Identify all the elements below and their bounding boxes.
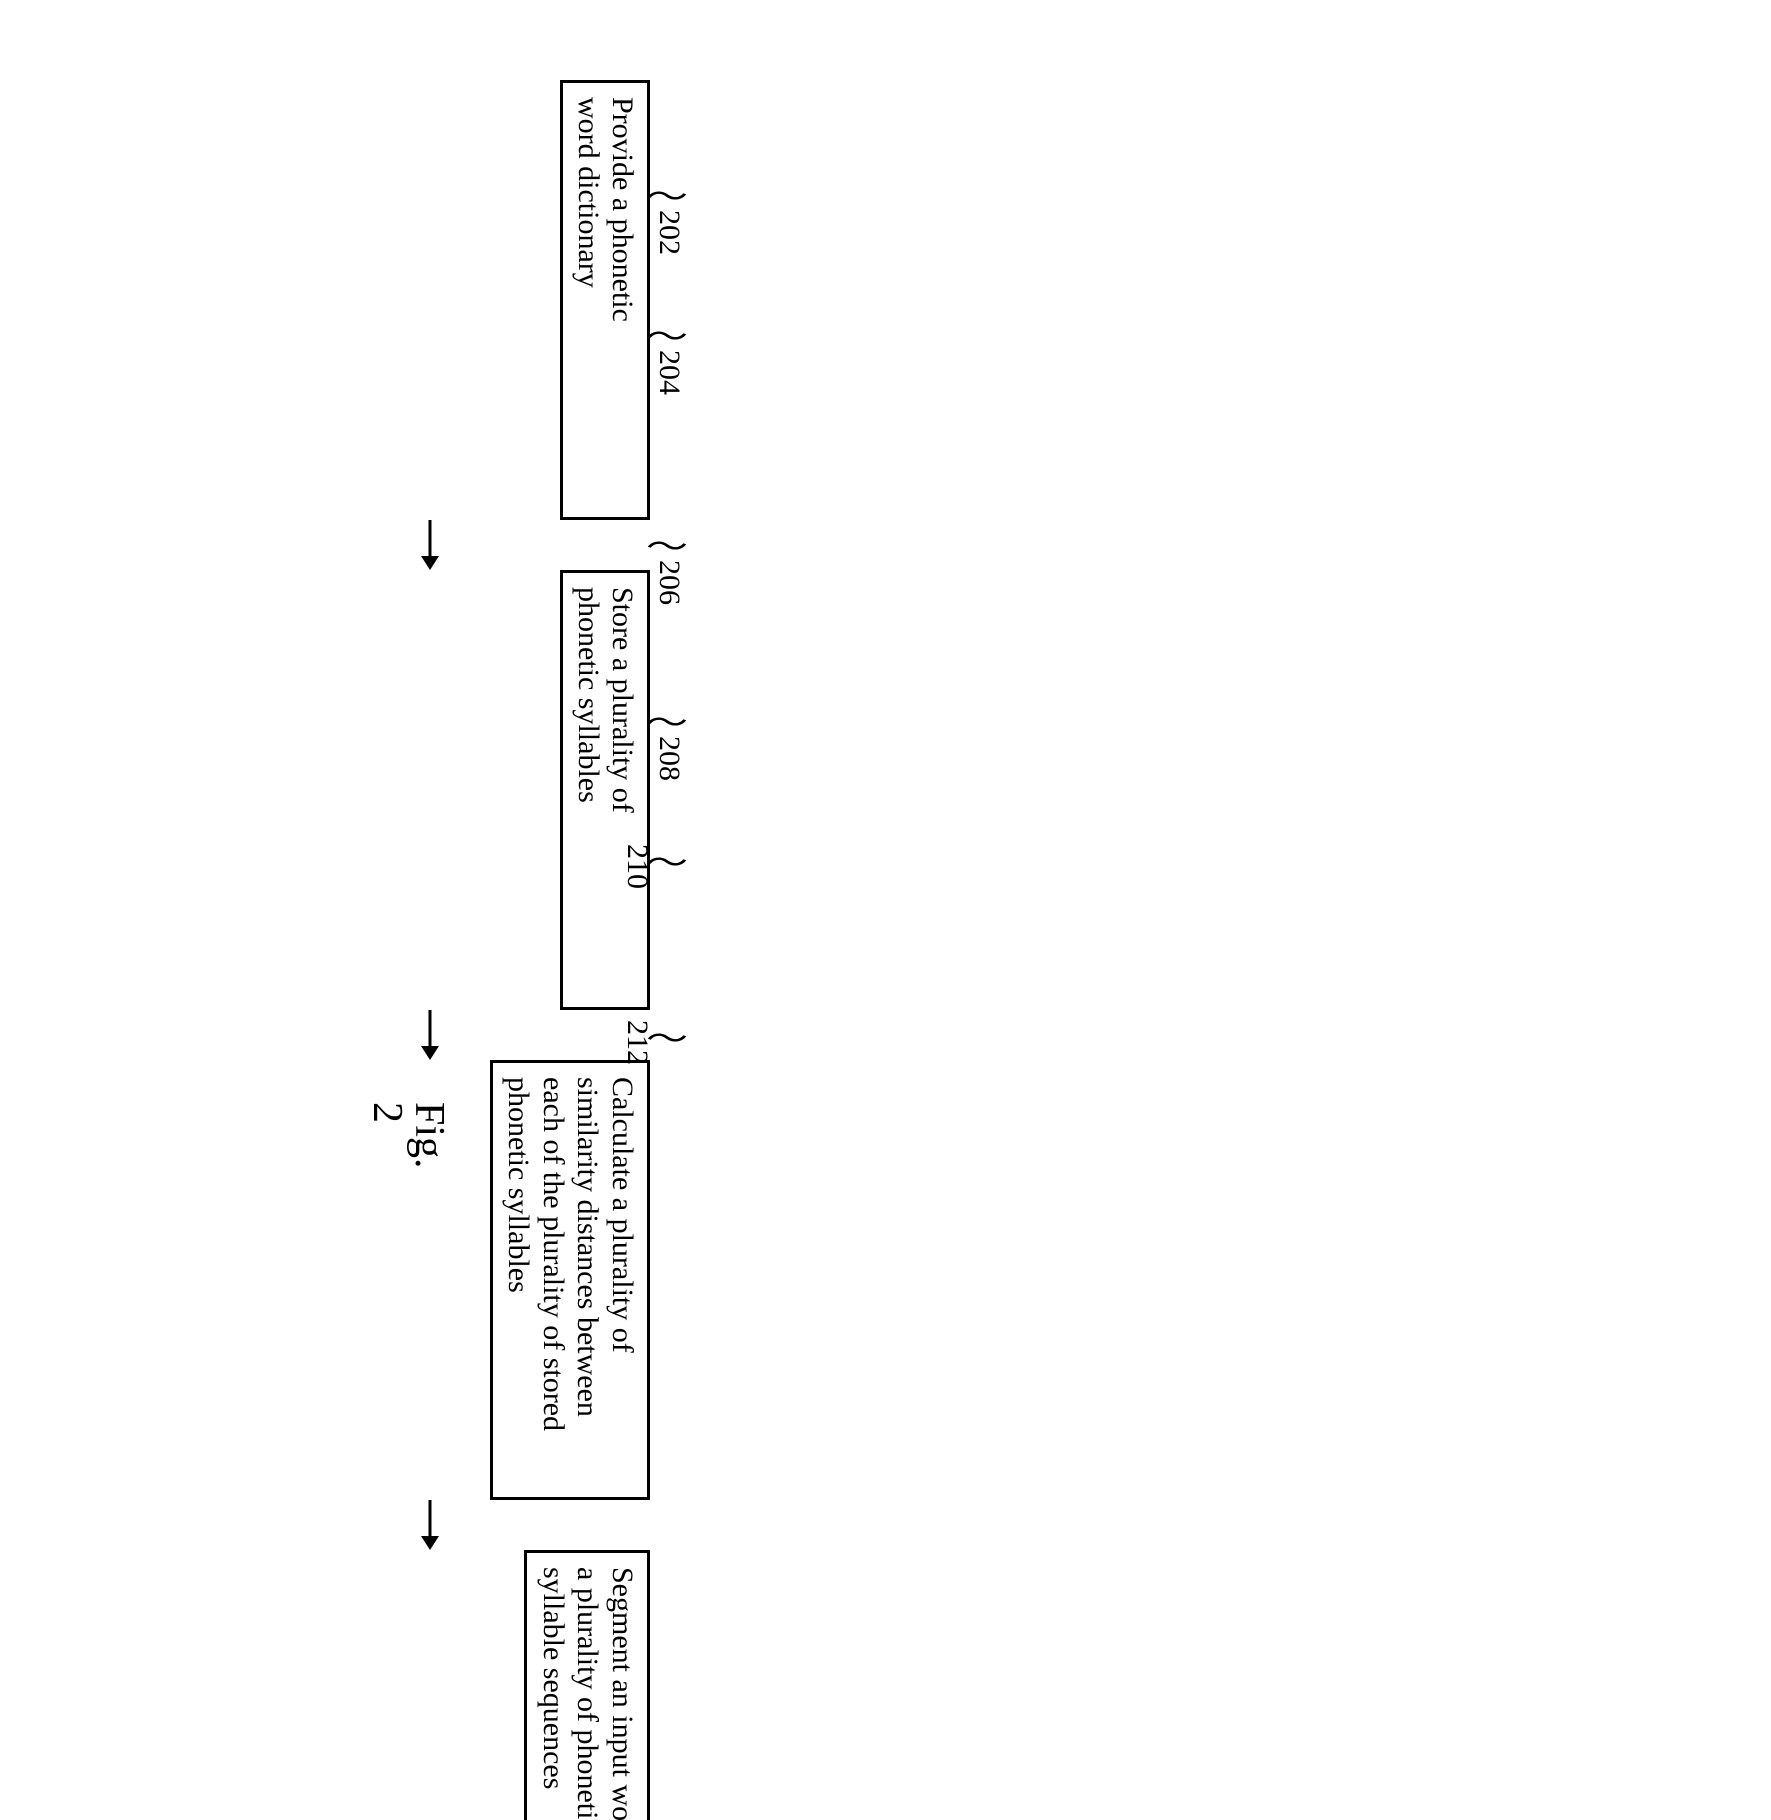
flowchart: ～202Provide a phonetic word dictionary～2…	[210, 80, 650, 840]
step-ref-number: 206	[653, 560, 686, 605]
tilde-glyph: ～	[646, 1020, 688, 1050]
step-ref-tag: ～204	[652, 318, 684, 395]
flow-step-box: Store a plurality of phonetic syllables	[560, 570, 650, 1010]
step-ref-tag: ～210	[622, 844, 684, 889]
flow-step-box: Provide a phonetic word dictionary	[560, 80, 650, 520]
flow-arrow	[210, 1010, 650, 1060]
flow-step-box: Segment an input word into a plurality o…	[524, 1550, 650, 1820]
step-ref-number: 202	[653, 210, 686, 255]
rotated-strip: ～202Provide a phonetic word dictionary～2…	[0, 0, 910, 910]
flow-step: Store a plurality of phonetic syllables	[210, 570, 650, 1010]
figure-label: Fig. 2	[366, 1102, 450, 1169]
step-ref-tag: ～206	[652, 528, 684, 605]
tilde-glyph: ～	[646, 844, 688, 874]
tilde-glyph: ～	[646, 528, 688, 558]
tilde-glyph: ～	[646, 704, 688, 734]
step-ref-tag: ～208	[652, 704, 684, 781]
step-ref-number: 204	[653, 350, 686, 395]
flow-step-box: Calculate a plurality of similarity dist…	[490, 1060, 650, 1500]
step-ref-tag: ～202	[652, 178, 684, 255]
tilde-glyph: ～	[646, 178, 688, 208]
step-ref-number: 208	[653, 736, 686, 781]
flow-arrow	[210, 520, 650, 570]
figure-canvas: ～202Provide a phonetic word dictionary～2…	[0, 0, 1771, 910]
tilde-glyph: ～	[646, 318, 688, 348]
flow-step: Segment an input word into a plurality o…	[210, 1550, 650, 1820]
step-ref-tag: ～212	[622, 1020, 684, 1065]
flow-step: Provide a phonetic word dictionary	[210, 80, 650, 520]
flow-arrow	[210, 1500, 650, 1550]
